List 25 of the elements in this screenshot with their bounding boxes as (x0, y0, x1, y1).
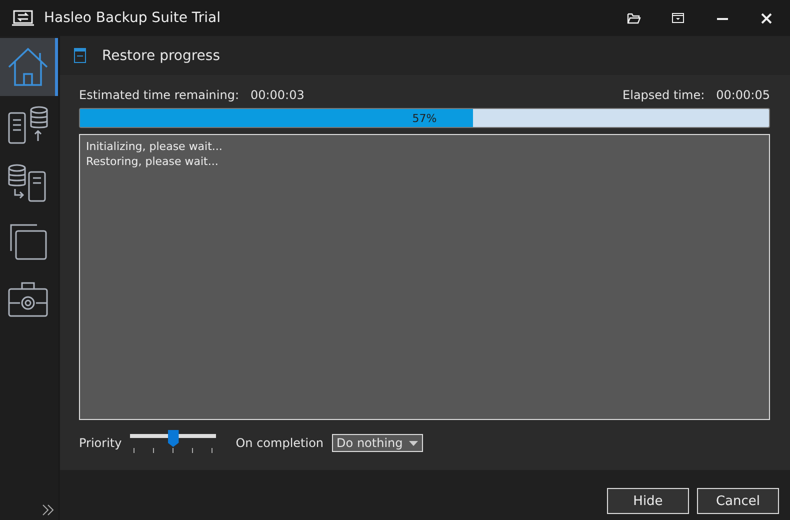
dropdown-box-icon (672, 13, 684, 23)
expand-chevron-icon[interactable] (42, 504, 54, 516)
home-icon (6, 47, 48, 87)
header-title: Restore progress (102, 48, 220, 64)
log-line: Initializing, please wait... (86, 139, 222, 154)
dialog-button[interactable]: Cancel (697, 488, 779, 514)
dialog-button[interactable]: Hide (607, 488, 689, 514)
completion-label: On completion (236, 436, 324, 450)
priority-slider[interactable] (130, 430, 216, 456)
log-line: Restoring, please wait... (86, 154, 218, 169)
progress-percent: 57% (412, 112, 437, 124)
elapsed-time-text: Elapsed time: 00:00:05 (622, 88, 770, 102)
remaining-time-text: Estimated time remaining: 00:00:03 (79, 88, 304, 102)
completion-dropdown[interactable]: Do nothing (332, 434, 423, 452)
database-server-icon (6, 163, 48, 203)
app-logo-icon (12, 10, 34, 26)
server-database-icon (6, 105, 48, 145)
window-title: Hasleo Backup Suite Trial (44, 10, 222, 26)
minimize-icon (716, 16, 728, 20)
close-icon (760, 12, 772, 24)
caret-icon (408, 440, 418, 446)
priority-label: Priority (79, 436, 122, 450)
window-icon (74, 48, 86, 63)
slider-thumb[interactable] (168, 430, 179, 447)
folder-icon (627, 12, 641, 24)
